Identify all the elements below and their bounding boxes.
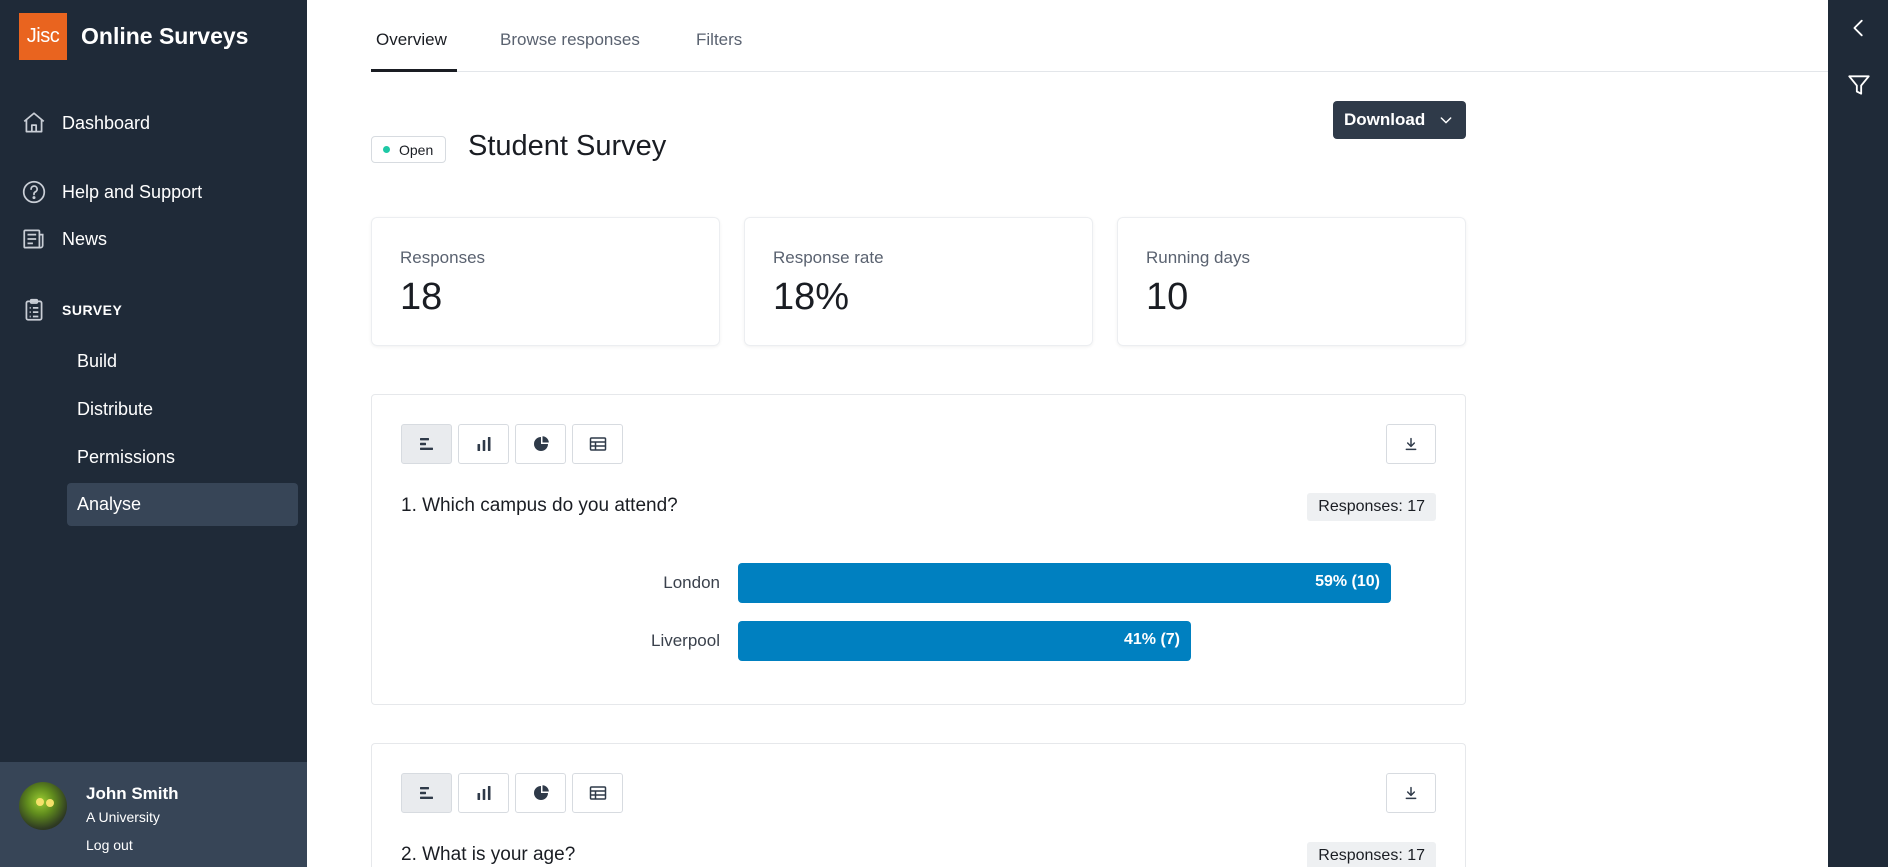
stat-card-response-rate: Response rate 18% [744,217,1093,346]
pie-chart-icon[interactable] [515,773,566,813]
responses-badge: Responses: 17 [1307,493,1436,521]
right-rail [1828,0,1888,867]
sidebar-item-build[interactable]: Build [67,340,298,383]
app-title: Online Surveys [81,23,249,49]
sidebar-item-label: Permissions [77,447,176,467]
home-icon [20,109,48,137]
jisc-logo: Jisc [19,13,67,60]
sidebar: Jisc Online Surveys Dashboard Help and S… [0,0,307,867]
download-button-label: Download [1344,110,1426,129]
table-icon[interactable] [572,773,623,813]
stat-value: 10 [1146,276,1189,318]
sidebar-item-analyse[interactable]: Analyse [67,483,298,526]
user-organisation: A University [86,809,160,825]
bar[interactable]: 59% (10) [738,563,1391,603]
tab-browse-responses[interactable]: Browse responses [500,30,640,50]
help-circle-icon [20,178,48,206]
nav-news[interactable]: News [20,225,107,253]
horizontal-bar-icon[interactable] [401,424,452,464]
download-icon[interactable] [1386,424,1436,464]
bar-row: London 59% (10) [372,563,1465,603]
status-dot [383,146,390,153]
bar-row: Liverpool 41% (7) [372,621,1465,661]
user-panel: John Smith A University Log out [0,762,307,867]
stat-card-running-days: Running days 10 [1117,217,1466,346]
sidebar-item-label: Build [77,351,118,371]
brand[interactable]: Jisc Online Surveys [19,13,248,60]
active-tab-indicator [371,69,457,72]
nav-dashboard-label: Dashboard [62,112,151,133]
status-label: Open [399,141,434,158]
vertical-bar-icon[interactable] [458,424,509,464]
sidebar-item-permissions[interactable]: Permissions [67,436,298,479]
nav-dashboard[interactable]: Dashboard [20,109,150,137]
sidebar-item-label: Analyse [77,494,142,514]
user-name: John Smith [86,784,179,803]
nav-news-label: News [62,228,108,249]
nav-help-label: Help and Support [62,181,203,202]
sidebar-item-distribute[interactable]: Distribute [67,388,298,431]
stat-card-responses: Responses 18 [371,217,720,346]
tab-bar: Overview Browse responses Filters [371,0,1828,72]
download-button[interactable]: Download [1333,101,1466,139]
filter-icon[interactable] [1846,72,1872,98]
download-icon[interactable] [1386,773,1436,813]
nav-survey-section: SURVEY [20,296,122,324]
bar-value-label: 41% (7) [1123,631,1180,648]
question-panel: 1. Which campus do you attend? Responses… [371,394,1466,705]
stat-label: Running days [1146,248,1250,267]
chevron-down-icon [1438,112,1454,133]
page-title: Student Survey [468,130,667,162]
bar-category-label: Liverpool [651,631,720,650]
question-title: 1. Which campus do you attend? [401,495,678,516]
tab-overview[interactable]: Overview [376,30,447,50]
nav-section-label: SURVEY [62,302,123,318]
clipboard-icon [20,296,48,324]
bar[interactable]: 41% (7) [738,621,1191,661]
bar-value-label: 59% (10) [1315,573,1380,590]
nav-help[interactable]: Help and Support [20,178,202,206]
newspaper-icon [20,225,48,253]
avatar[interactable] [19,782,67,830]
vertical-bar-icon[interactable] [458,773,509,813]
stat-value: 18% [773,276,850,318]
stat-label: Response rate [773,248,884,267]
logout-link[interactable]: Log out [86,837,133,853]
table-icon[interactable] [572,424,623,464]
responses-badge: Responses: 17 [1307,842,1436,867]
sidebar-item-label: Distribute [77,399,154,419]
question-panel: 2. What is your age? Responses: 17 [371,743,1466,867]
horizontal-bar-icon[interactable] [401,773,452,813]
question-title: 2. What is your age? [401,844,576,865]
chevron-left-icon[interactable] [1846,15,1872,41]
status-badge: Open [371,136,447,163]
pie-chart-icon[interactable] [515,424,566,464]
bar-category-label: London [663,573,720,592]
stat-value: 18 [400,276,443,318]
tab-filters[interactable]: Filters [696,30,742,50]
stat-label: Responses [400,248,486,267]
